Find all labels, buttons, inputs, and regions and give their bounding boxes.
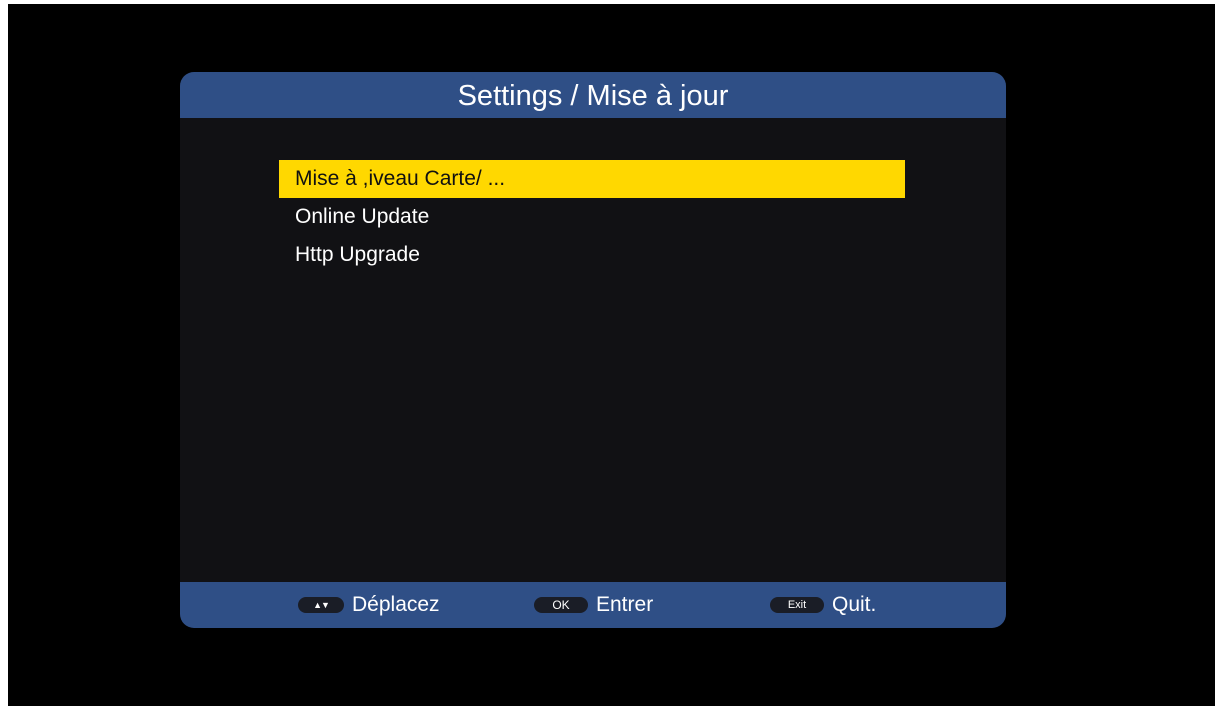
footer-hints: ▲▼ Déplacez OK Entrer Exit Quit.: [180, 582, 1006, 628]
tv-screen: Settings / Mise à jour Mise à ,iveau Car…: [8, 4, 1215, 706]
hint-quit-label: Quit.: [832, 593, 877, 616]
panel-title: Settings / Mise à jour: [180, 72, 1006, 118]
menu-item-online-update[interactable]: Online Update: [279, 198, 905, 236]
menu-item-http-upgrade[interactable]: Http Upgrade: [279, 236, 905, 274]
ok-key-icon: OK: [534, 597, 588, 613]
exit-key-icon: Exit: [770, 597, 824, 613]
menu-item-usb-upgrade[interactable]: Mise à ,iveau Carte/ ...: [279, 160, 905, 198]
hint-enter[interactable]: OK Entrer: [534, 582, 653, 628]
hint-enter-label: Entrer: [596, 593, 654, 616]
up-down-arrows-icon: ▲▼: [298, 597, 344, 613]
hint-quit[interactable]: Exit Quit.: [770, 582, 876, 628]
update-menu: Mise à ,iveau Carte/ ... Online Update H…: [279, 160, 905, 274]
settings-panel: Settings / Mise à jour Mise à ,iveau Car…: [180, 72, 1006, 628]
hint-move[interactable]: ▲▼ Déplacez: [298, 582, 440, 628]
hint-move-label: Déplacez: [352, 593, 440, 616]
